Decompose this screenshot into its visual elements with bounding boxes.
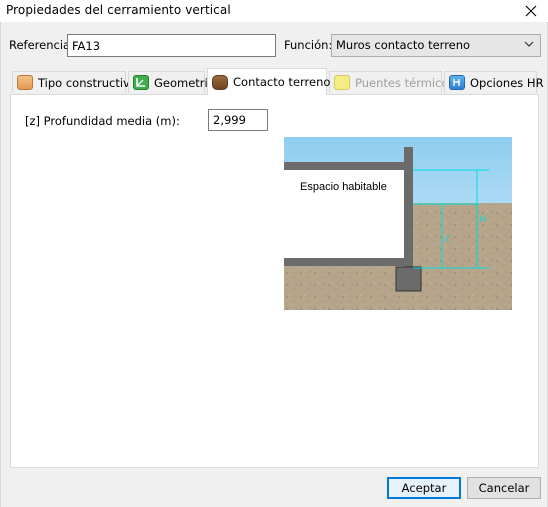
tab-puentes-termicos: Puentes térmicos bbox=[329, 71, 454, 93]
funcion-label: Función: bbox=[284, 38, 333, 52]
ground-contact-diagram: z H Espacio habitable bbox=[284, 137, 512, 310]
geometry-icon bbox=[133, 75, 149, 90]
ground-contact-icon bbox=[212, 74, 228, 90]
tab-contacto-terreno[interactable]: Contacto terreno bbox=[207, 68, 330, 95]
profundidad-label: [z] Profundidad media (m): bbox=[25, 114, 180, 128]
tab-tipo-constructivo[interactable]: Tipo constructivo bbox=[12, 71, 137, 93]
habitable-space bbox=[284, 165, 404, 263]
close-button[interactable] bbox=[514, 0, 548, 22]
window-title: Propiedades del cerramiento vertical bbox=[6, 3, 231, 17]
referencia-label: Referencia: bbox=[9, 38, 74, 52]
h-label: H bbox=[480, 214, 487, 224]
z-label: z bbox=[445, 233, 450, 243]
funcion-value: Muros contacto terreno bbox=[336, 38, 471, 52]
construction-type-icon bbox=[17, 75, 33, 90]
funcion-select[interactable]: Muros contacto terreno bbox=[331, 34, 541, 57]
close-icon bbox=[525, 5, 537, 17]
tab-geometria[interactable]: Geometría bbox=[128, 71, 215, 93]
space-label: Espacio habitable bbox=[300, 181, 387, 193]
tab-panel-contacto-terreno: [z] Profundidad media (m): z bbox=[10, 94, 539, 468]
cancel-button[interactable]: Cancelar bbox=[467, 477, 541, 499]
accept-button[interactable]: Aceptar bbox=[387, 477, 461, 499]
chevron-down-icon bbox=[524, 41, 534, 47]
retaining-wall bbox=[404, 147, 413, 271]
wall-footing bbox=[395, 266, 422, 292]
hr-options-icon bbox=[449, 75, 465, 90]
profundidad-input[interactable] bbox=[208, 109, 268, 131]
tab-opciones-hr[interactable]: Opciones HR bbox=[444, 71, 544, 93]
title-bar: Propiedades del cerramiento vertical bbox=[0, 0, 548, 22]
upper-slab bbox=[284, 162, 406, 170]
thermal-bridge-icon bbox=[334, 75, 350, 90]
referencia-input[interactable] bbox=[67, 34, 276, 57]
lower-slab bbox=[284, 258, 406, 266]
